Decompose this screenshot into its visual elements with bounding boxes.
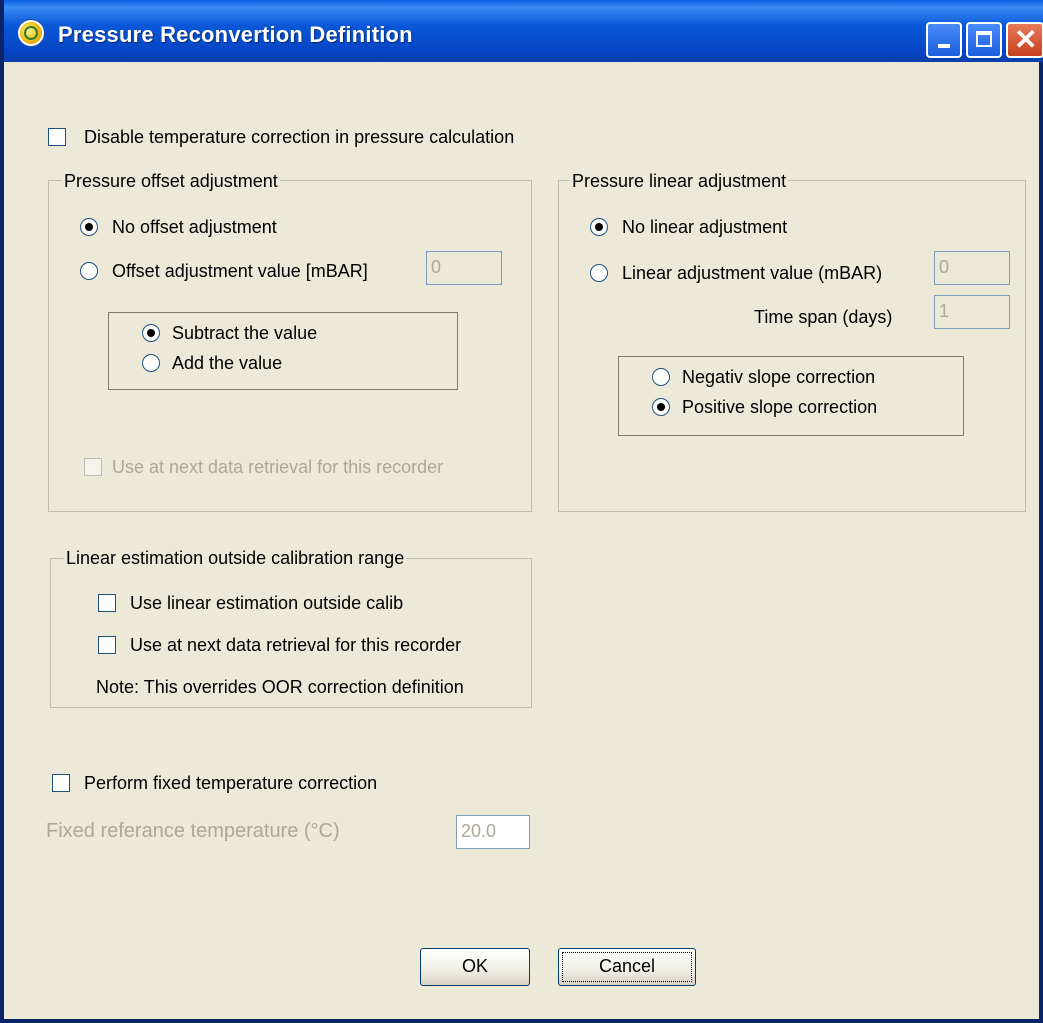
cancel-button[interactable]: Cancel (558, 948, 696, 986)
maximize-icon (976, 31, 992, 47)
time-span-input[interactable]: 1 (934, 295, 1010, 329)
maximize-button[interactable] (966, 22, 1002, 58)
app-icon (18, 20, 44, 46)
offset-value-input[interactable]: 0 (426, 251, 502, 285)
time-span-label: Time span (days) (754, 307, 893, 327)
offset-value-radio[interactable] (80, 262, 98, 280)
offset-use-next-checkbox[interactable] (84, 458, 102, 476)
subtract-value-radio[interactable] (142, 324, 160, 342)
close-icon: ✕ (1014, 24, 1038, 55)
positive-slope-label: Positive slope correction (682, 397, 878, 417)
offset-group-title: Pressure offset adjustment (62, 170, 280, 192)
minimize-button[interactable] (926, 22, 962, 58)
estimation-use-next-checkbox[interactable] (98, 636, 116, 654)
title-bar[interactable]: Pressure Reconvertion Definition ✕ (4, 0, 1043, 62)
estimation-note: Note: This overrides OOR correction defi… (96, 677, 464, 697)
negative-slope-label: Negativ slope correction (682, 367, 876, 387)
add-value-label: Add the value (172, 353, 283, 373)
fixed-ref-temp-input[interactable]: 20.0 (456, 815, 530, 849)
disable-temp-correction-label: Disable temperature correction in pressu… (84, 127, 515, 147)
no-linear-radio[interactable] (590, 218, 608, 236)
offset-use-next-label: Use at next data retrieval for this reco… (112, 457, 444, 477)
no-linear-label: No linear adjustment (622, 217, 788, 237)
use-linear-estimation-checkbox[interactable] (98, 594, 116, 612)
fixed-ref-temp-label: Fixed referance temperature (°C) (46, 820, 340, 842)
negative-slope-radio[interactable] (652, 368, 670, 386)
add-value-radio[interactable] (142, 354, 160, 372)
close-button[interactable]: ✕ (1006, 22, 1043, 58)
estimation-group-title: Linear estimation outside calibration ra… (64, 547, 407, 569)
offset-value-label: Offset adjustment value [mBAR] (112, 261, 368, 281)
linear-group-title: Pressure linear adjustment (570, 170, 789, 192)
no-offset-radio[interactable] (80, 218, 98, 236)
subtract-value-label: Subtract the value (172, 323, 318, 343)
ok-button[interactable]: OK (420, 948, 530, 986)
use-linear-estimation-label: Use linear estimation outside calib (130, 593, 404, 613)
linear-value-radio[interactable] (590, 264, 608, 282)
no-offset-label: No offset adjustment (112, 217, 277, 237)
fixed-temp-checkbox[interactable] (52, 774, 70, 792)
linear-value-input[interactable]: 0 (934, 251, 1010, 285)
linear-value-label: Linear adjustment value (mBAR) (622, 263, 883, 283)
dialog-window: Pressure Reconvertion Definition ✕ Disab… (0, 0, 1043, 1023)
fixed-temp-label: Perform fixed temperature correction (84, 773, 378, 793)
positive-slope-radio[interactable] (652, 398, 670, 416)
disable-temp-correction-checkbox[interactable] (48, 128, 66, 146)
estimation-use-next-label: Use at next data retrieval for this reco… (130, 635, 462, 655)
window-title: Pressure Reconvertion Definition (58, 22, 413, 47)
minimize-icon (938, 44, 950, 48)
